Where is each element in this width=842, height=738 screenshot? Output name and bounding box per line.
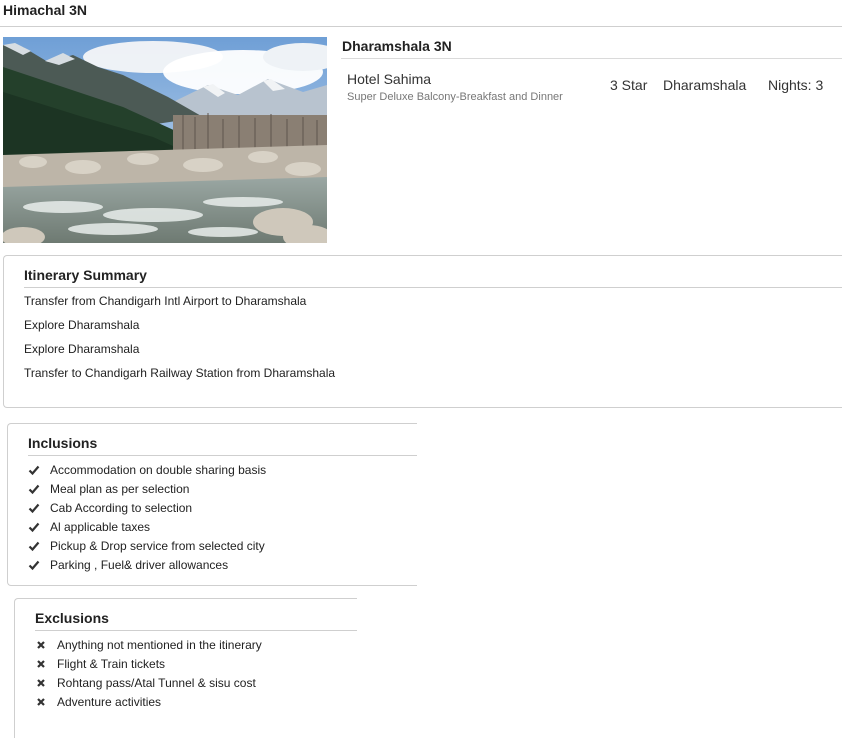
exclusion-label: Adventure activities xyxy=(57,694,162,709)
itinerary-divider xyxy=(24,287,842,288)
inclusions-divider xyxy=(28,455,417,456)
itinerary-item: Explore Dharamshala xyxy=(24,342,140,356)
hotel-city: Dharamshala xyxy=(663,77,747,93)
check-icon xyxy=(28,559,40,571)
hotel-city-heading: Dharamshala 3N xyxy=(342,38,452,54)
itinerary-summary-panel: Itinerary Summary Transfer from Chandiga… xyxy=(3,255,842,408)
inclusion-item: Meal plan as per selection xyxy=(28,479,266,498)
hotel-star-rating: 3 Star xyxy=(610,77,648,93)
inclusion-label: Cab According to selection xyxy=(50,500,193,515)
inclusion-item: Al applicable taxes xyxy=(28,517,266,536)
exclusion-label: Flight & Train tickets xyxy=(57,656,166,671)
cross-icon xyxy=(35,696,47,708)
inclusion-label: Al applicable taxes xyxy=(50,519,151,534)
cross-icon xyxy=(35,658,47,670)
exclusion-item: Adventure activities xyxy=(35,692,262,711)
inclusion-label: Accommodation on double sharing basis xyxy=(50,462,267,477)
hotel-name: Hotel Sahima xyxy=(347,71,432,87)
exclusion-label: Rohtang pass/Atal Tunnel & sisu cost xyxy=(57,675,256,690)
destination-image xyxy=(3,37,327,243)
package-title: Himachal 3N xyxy=(3,2,88,18)
title-divider xyxy=(0,26,842,27)
hotel-room-type: Super Deluxe Balcony-Breakfast and Dinne… xyxy=(347,91,563,103)
exclusion-label: Anything not mentioned in the itinerary xyxy=(57,637,262,652)
inclusions-panel: Inclusions Accommodation on double shari… xyxy=(7,423,417,586)
check-icon xyxy=(28,540,40,552)
exclusions-list: Anything not mentioned in the itinerary … xyxy=(35,635,262,711)
check-icon xyxy=(28,464,40,476)
exclusion-item: Anything not mentioned in the itinerary xyxy=(35,635,262,654)
inclusion-item: Cab According to selection xyxy=(28,498,266,517)
inclusion-item: Parking , Fuel& driver allowances xyxy=(28,555,266,574)
inclusion-item: Accommodation on double sharing basis xyxy=(28,460,266,479)
hotel-nights: Nights: 3 xyxy=(768,77,824,93)
exclusions-panel: Exclusions Anything not mentioned in the… xyxy=(14,598,357,738)
inclusions-heading: Inclusions xyxy=(28,435,98,451)
exclusion-item: Rohtang pass/Atal Tunnel & sisu cost xyxy=(35,673,262,692)
cross-icon xyxy=(35,677,47,689)
exclusions-heading: Exclusions xyxy=(35,610,109,626)
hotel-divider xyxy=(341,58,842,59)
exclusions-divider xyxy=(35,630,357,631)
check-icon xyxy=(28,502,40,514)
inclusion-label: Meal plan as per selection xyxy=(50,481,190,496)
check-icon xyxy=(28,521,40,533)
itinerary-item: Transfer from Chandigarh Intl Airport to… xyxy=(24,294,307,308)
itinerary-item: Transfer to Chandigarh Railway Station f… xyxy=(24,366,336,380)
cross-icon xyxy=(35,639,47,651)
inclusion-item: Pickup & Drop service from selected city xyxy=(28,536,266,555)
check-icon xyxy=(28,483,40,495)
itinerary-list: Transfer from Chandigarh Intl Airport to… xyxy=(24,293,335,389)
itinerary-heading: Itinerary Summary xyxy=(24,267,147,283)
exclusion-item: Flight & Train tickets xyxy=(35,654,262,673)
itinerary-item: Explore Dharamshala xyxy=(24,318,140,332)
inclusion-label: Parking , Fuel& driver allowances xyxy=(50,557,229,572)
inclusions-list: Accommodation on double sharing basis Me… xyxy=(28,460,266,574)
inclusion-label: Pickup & Drop service from selected city xyxy=(50,538,265,553)
